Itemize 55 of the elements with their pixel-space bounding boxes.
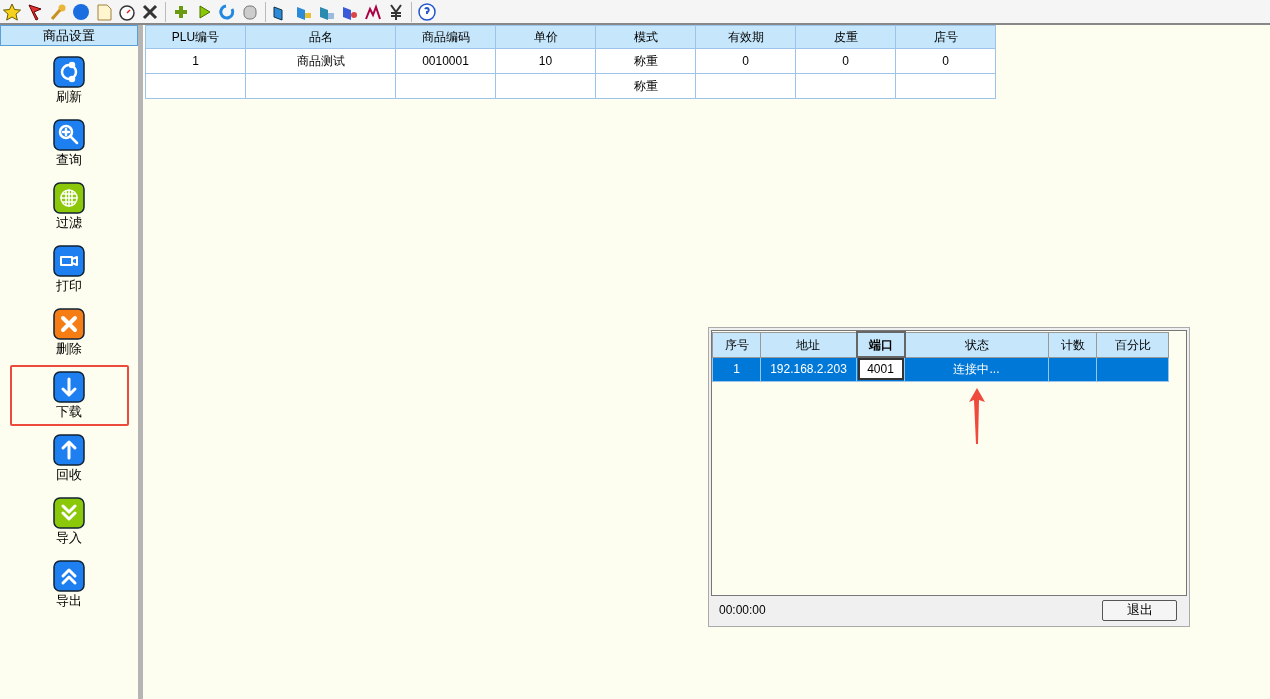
column-header[interactable]: PLU编号 — [145, 25, 246, 49]
table-cell: 称重 — [595, 73, 696, 99]
sidebar-button[interactable]: 查询 — [9, 113, 129, 174]
key-icon[interactable] — [49, 2, 67, 21]
sidebar-button[interactable]: 下载 — [9, 365, 129, 426]
table-cell: 0 — [695, 48, 796, 74]
port-input[interactable]: 4001 — [857, 358, 904, 381]
column-header[interactable]: 地址 — [760, 332, 857, 357]
device-row[interactable]: 1 192.168.2.203 4001 连接中... — [712, 357, 1169, 381]
sidebar-button[interactable]: 导入 — [9, 491, 129, 552]
yen-icon[interactable] — [387, 2, 405, 21]
column-header[interactable]: 品名 — [245, 25, 396, 49]
column-header[interactable]: 端口 — [856, 332, 905, 357]
column-header[interactable]: 百分比 — [1096, 332, 1169, 357]
table-cell: 商品测试 — [245, 48, 396, 74]
stopwatch-icon[interactable] — [118, 2, 136, 21]
sidebar-button[interactable]: 刷新 — [9, 50, 129, 111]
elapsed-time: 00:00:00 — [719, 602, 766, 619]
refresh-icon[interactable] — [218, 2, 236, 21]
camera-icon — [53, 245, 85, 277]
zoom-icon — [53, 119, 85, 151]
sidebar-button[interactable]: 删除 — [9, 302, 129, 363]
cell-text: 192.168.2.203 — [770, 362, 847, 376]
sidebar-title: 商品设置 — [0, 25, 138, 46]
column-header[interactable]: 模式 — [595, 25, 696, 49]
table-cell: 0 — [895, 48, 996, 74]
delete-icon — [53, 308, 85, 340]
sidebar-button[interactable]: 打印 — [9, 239, 129, 300]
column-header[interactable]: 商品编码 — [395, 25, 496, 49]
column-header[interactable]: 店号 — [895, 25, 996, 49]
refresh-icon — [53, 56, 85, 88]
column-header[interactable]: 有效期 — [695, 25, 796, 49]
chevrons-down-icon — [53, 497, 85, 529]
globe-icon — [53, 182, 85, 214]
pointer-arrow-drawing — [968, 388, 986, 444]
help-icon[interactable] — [418, 2, 436, 21]
column-header[interactable]: 单价 — [495, 25, 596, 49]
chevrons-up-icon — [53, 560, 85, 592]
cell-text: 连接中... — [953, 362, 1000, 376]
star-icon[interactable] — [3, 2, 21, 21]
sidebar-button[interactable]: 导出 — [9, 554, 129, 615]
table-cell: 1 — [145, 48, 246, 74]
cell-text: 1 — [733, 362, 740, 376]
column-header[interactable]: 计数 — [1048, 332, 1097, 357]
exit-button[interactable]: 退出 — [1102, 599, 1177, 621]
sidebar-button[interactable]: 回收 — [9, 428, 129, 489]
flag-icon[interactable] — [26, 2, 44, 21]
column-header[interactable]: 序号 — [712, 332, 761, 357]
table-cell: 10 — [495, 48, 596, 74]
column-header[interactable]: 状态 — [904, 332, 1049, 357]
table-cell: 0 — [795, 48, 896, 74]
column-header[interactable]: 皮重 — [795, 25, 896, 49]
table-cell: 称重 — [595, 48, 696, 74]
sidebar-button[interactable]: 过滤 — [9, 176, 129, 237]
table-cell: 0010001 — [395, 48, 496, 74]
